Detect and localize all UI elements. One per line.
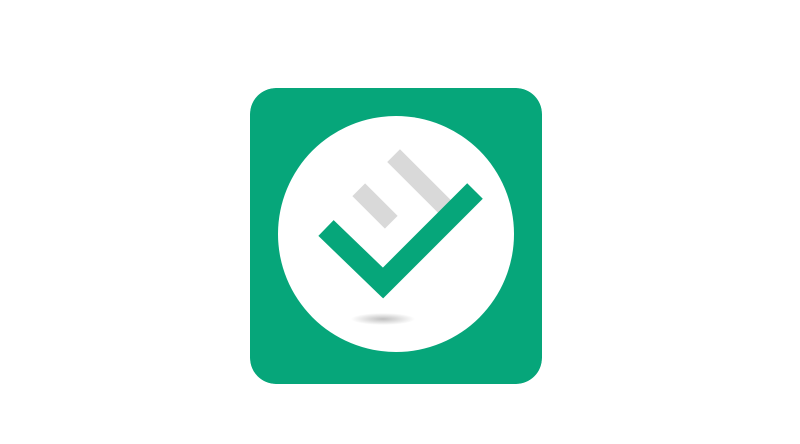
app-icon-graphic [250, 88, 542, 384]
check-shadow [351, 313, 415, 325]
canvas [0, 0, 800, 444]
checklist-app-icon[interactable] [250, 88, 542, 384]
